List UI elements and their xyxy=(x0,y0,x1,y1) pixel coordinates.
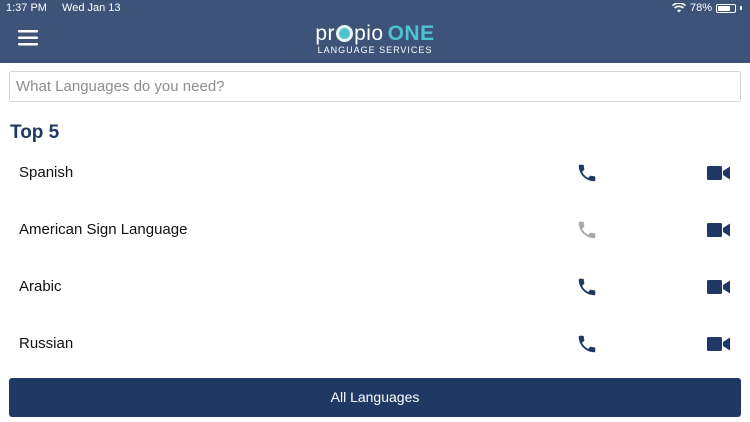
status-date: Wed Jan 13 xyxy=(62,2,121,14)
language-row[interactable]: Russian xyxy=(0,315,750,372)
battery-tip xyxy=(740,6,742,10)
video-camera-icon[interactable] xyxy=(707,336,731,352)
status-bar-left: 1:37 PM Wed Jan 13 xyxy=(6,2,133,14)
all-languages-button[interactable]: All Languages xyxy=(9,378,741,417)
battery-fill xyxy=(718,5,731,11)
phone-icon[interactable] xyxy=(576,219,598,241)
phone-icon[interactable] xyxy=(576,162,598,184)
logo-suffix: pio xyxy=(354,22,384,45)
language-name[interactable]: Russian xyxy=(19,315,73,372)
logo-prefix: pr xyxy=(315,22,336,45)
top-languages-title: Top 5 xyxy=(10,122,60,143)
phone-icon[interactable] xyxy=(576,276,598,298)
language-name[interactable]: Spanish xyxy=(19,144,73,201)
language-row[interactable]: Spanish xyxy=(0,144,750,201)
video-camera-icon[interactable] xyxy=(707,222,731,238)
logo-one: ONE xyxy=(387,22,435,45)
phone-icon[interactable] xyxy=(576,333,598,355)
video-camera-icon[interactable] xyxy=(707,165,731,181)
video-camera-icon[interactable] xyxy=(707,279,731,295)
battery-icon xyxy=(716,3,736,13)
battery-percent: 78% xyxy=(689,2,712,14)
language-name[interactable]: Arabic xyxy=(19,258,62,315)
language-name[interactable]: American Sign Language xyxy=(19,201,187,258)
wifi-icon xyxy=(671,3,686,13)
status-time: 1:37 PM xyxy=(6,2,47,14)
app-header: 1:37 PM Wed Jan 13 78% pr pio ONE LANGUAGE… xyxy=(0,0,750,63)
language-row[interactable]: Arabic xyxy=(0,258,750,315)
language-search-input[interactable] xyxy=(9,71,741,102)
logo-subtitle: LANGUAGE SERVICES xyxy=(317,45,433,55)
logo-o-icon xyxy=(336,25,354,42)
status-bar-right: 78% xyxy=(671,2,742,14)
language-row[interactable]: American Sign Language xyxy=(0,201,750,258)
propio-one-logo: pr pio ONE LANGUAGE SERVICES xyxy=(0,22,750,55)
